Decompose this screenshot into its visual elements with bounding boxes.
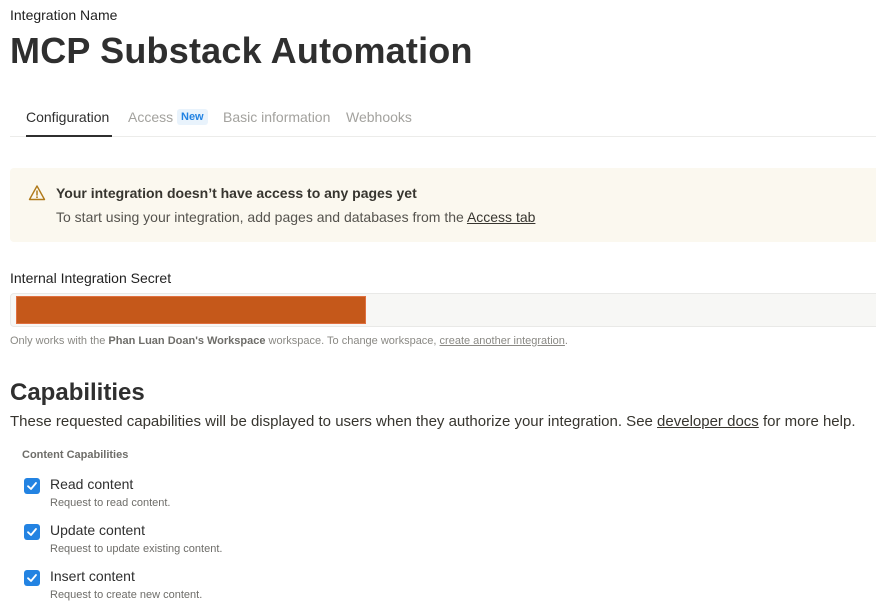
secret-label: Internal Integration Secret	[10, 270, 172, 286]
alert-body-text: To start using your integration, add pag…	[56, 209, 467, 225]
insert-content-checkbox[interactable]	[24, 570, 40, 586]
no-access-alert: Your integration doesn’t have access to …	[10, 168, 876, 242]
note-prefix: Only works with the	[10, 335, 109, 347]
redacted-secret	[16, 296, 366, 324]
desc-suffix: for more help.	[758, 413, 856, 430]
tab-basic-information[interactable]: Basic information	[223, 109, 330, 125]
capability-description: Request to update existing content.	[50, 543, 223, 555]
access-tab-link[interactable]: Access tab	[467, 209, 535, 225]
note-suffix: .	[564, 335, 568, 347]
desc-prefix: These requested capabilities will be dis…	[10, 413, 658, 430]
note-middle: workspace. To change workspace,	[265, 335, 440, 347]
check-icon	[27, 482, 37, 490]
workspace-name: Phan Luan Doan's Workspace	[108, 335, 266, 347]
read-content-checkbox[interactable]	[24, 478, 40, 494]
alert-title: Your integration doesn’t have access to …	[56, 185, 417, 201]
tab-configuration[interactable]: Configuration	[26, 109, 109, 125]
content-capabilities-label: Content Capabilities	[22, 449, 129, 461]
capability-name: Insert content	[50, 568, 135, 584]
update-content-checkbox[interactable]	[24, 524, 40, 540]
warning-icon	[28, 185, 46, 201]
capabilities-title: Capabilities	[10, 379, 145, 406]
integration-name-label: Integration Name	[10, 7, 118, 23]
check-icon	[27, 528, 37, 536]
secret-field[interactable]	[10, 293, 876, 327]
integration-title: MCP Substack Automation	[10, 30, 473, 71]
workspace-note: Only works with the Phan Luan Doan's Wor…	[10, 335, 568, 347]
capability-name: Read content	[50, 476, 134, 492]
tab-access[interactable]: Access	[128, 109, 173, 125]
capability-description: Request to read content.	[50, 497, 171, 509]
create-integration-link[interactable]: create another integration	[440, 335, 565, 347]
tab-bar: Configuration Access New Basic informati…	[10, 100, 876, 137]
new-badge: New	[177, 109, 208, 125]
check-icon	[27, 574, 37, 582]
capability-name: Update content	[50, 522, 145, 538]
active-tab-indicator	[26, 135, 112, 137]
developer-docs-link[interactable]: developer docs	[657, 413, 759, 430]
capabilities-description: These requested capabilities will be dis…	[10, 413, 856, 430]
tab-webhooks[interactable]: Webhooks	[346, 109, 412, 125]
alert-body: To start using your integration, add pag…	[56, 209, 535, 225]
capability-description: Request to create new content.	[50, 589, 203, 601]
